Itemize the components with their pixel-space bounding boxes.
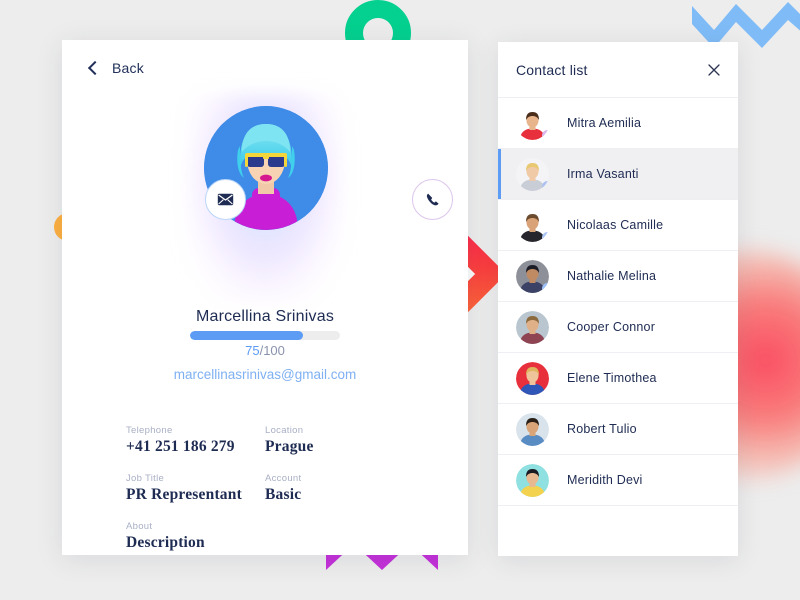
profile-fields: Telephone +41 251 186 279 Location Pragu… [62, 425, 468, 555]
contact-list-item[interactable]: Nathalie Melina [498, 251, 738, 302]
contact-avatar [516, 361, 549, 395]
profile-completion-bar [190, 331, 340, 340]
close-icon[interactable] [704, 60, 724, 80]
field-label: Telephone [126, 425, 173, 436]
contact-list-item[interactable]: Irma Vasanti [498, 149, 738, 200]
profile-email[interactable]: marcellinasrinivas@gmail.com [62, 367, 468, 382]
contact-list-item[interactable]: Meridith Devi [498, 455, 738, 506]
field-job-title: Job Title PR Representant [126, 473, 265, 504]
contact-list[interactable]: Mitra Aemilia Irma Vasanti Nicolaas Camill… [498, 98, 738, 506]
contact-status-badge [542, 231, 549, 242]
back-button-label: Back [112, 60, 144, 76]
contact-name: Nicolaas Camille [567, 218, 664, 232]
field-label: Job Title [126, 473, 165, 484]
profile-name: Marcellina Srinivas [195, 308, 335, 325]
contact-name: Meridith Devi [567, 473, 643, 487]
phone-icon [426, 193, 439, 205]
contact-avatar [516, 106, 549, 140]
field-row: About Description [126, 521, 404, 555]
field-about: About Description [126, 521, 265, 552]
contact-list-item[interactable]: Cooper Connor [498, 302, 738, 353]
email-action-button[interactable] [205, 179, 246, 220]
contact-name: Irma Vasanti [567, 167, 639, 181]
contact-status-badge [542, 282, 549, 293]
field-value: Basic [265, 486, 302, 503]
back-button[interactable]: Back [86, 60, 144, 76]
contact-status-badge [542, 180, 549, 191]
contact-name: Nathalie Melina [567, 269, 657, 283]
contact-avatar [516, 208, 549, 242]
avatar-area [62, 94, 468, 304]
contact-avatar [516, 310, 549, 344]
contact-list-item[interactable]: Mitra Aemilia [498, 98, 738, 149]
screenshot-root: Back Marcellina Srinivas 75/100 marcelli… [0, 0, 800, 600]
contact-list-item[interactable]: Robert Tulio [498, 404, 738, 455]
contact-name: Mitra Aemilia [567, 116, 642, 130]
profile-score-value: 75 [245, 343, 260, 358]
field-value: +41 251 186 279 [126, 438, 235, 455]
contact-status-badge [542, 129, 549, 140]
phone-action-button[interactable] [412, 179, 453, 220]
contact-avatar [516, 463, 549, 497]
field-row: Job Title PR Representant Account Basic [126, 473, 404, 521]
envelope-icon [217, 193, 234, 206]
field-label: About [126, 521, 153, 532]
contact-name: Elene Timothea [567, 371, 657, 385]
field-location: Location Prague [265, 425, 404, 456]
contact-avatar [516, 412, 549, 446]
profile-score-total: 100 [263, 343, 285, 358]
field-telephone: Telephone +41 251 186 279 [126, 425, 265, 456]
field-empty [265, 521, 404, 552]
field-label: Location [265, 425, 304, 436]
field-value: Prague [265, 438, 314, 455]
field-account: Account Basic [265, 473, 404, 504]
contact-list-panel: Contact list Mitra Aemilia Irma Vasanti Ni… [498, 42, 738, 556]
profile-completion-fill [190, 331, 303, 340]
field-value: Description [126, 534, 205, 551]
contact-avatar [516, 157, 549, 191]
contact-name: Cooper Connor [567, 320, 656, 334]
contact-avatar [516, 259, 549, 293]
contact-list-item[interactable]: Elene Timothea [498, 353, 738, 404]
profile-score: 75/100 [62, 343, 468, 358]
field-row: Telephone +41 251 186 279 Location Pragu… [126, 425, 404, 473]
contact-name: Robert Tulio [567, 422, 637, 436]
contact-list-header: Contact list [498, 42, 738, 98]
chevron-left-icon [86, 61, 100, 75]
field-value: PR Representant [126, 486, 242, 503]
contact-list-item[interactable]: Nicolaas Camille [498, 200, 738, 251]
profile-card: Back Marcellina Srinivas 75/100 marcelli… [62, 40, 468, 555]
field-label: Account [265, 473, 302, 484]
contact-list-title: Contact list [516, 61, 588, 78]
